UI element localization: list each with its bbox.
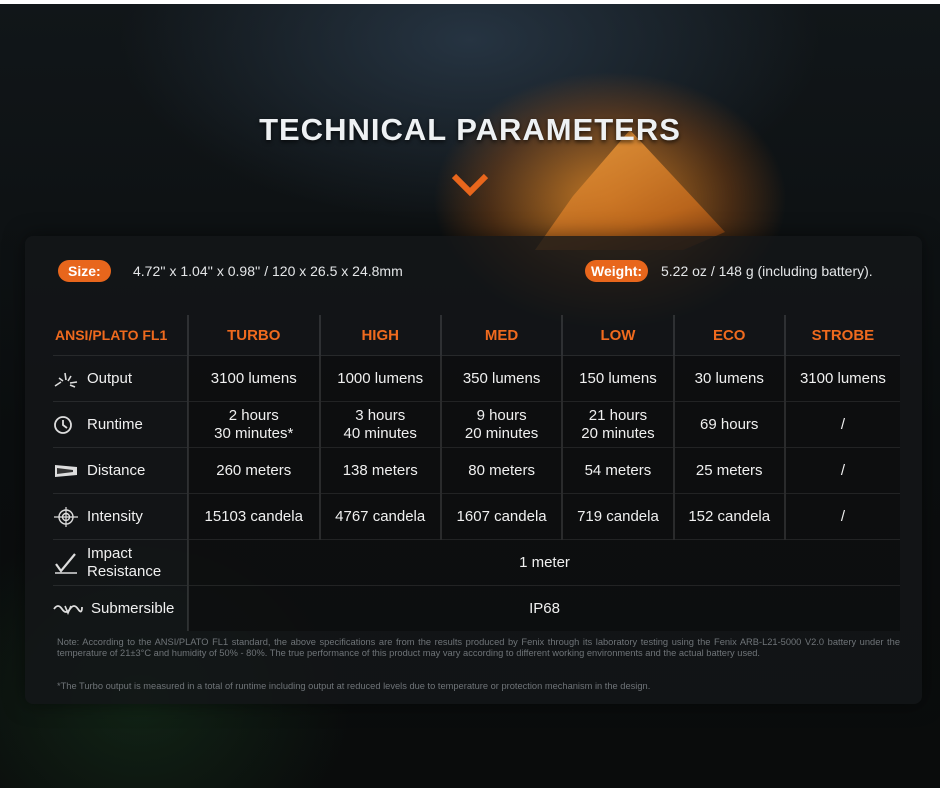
burst-icon [54,372,78,388]
impact-value: 1 meter [187,539,900,586]
distance-turbo: 260 meters [187,447,320,494]
intensity-med: 1607 candela [439,493,563,540]
intensity-low: 719 candela [561,493,674,540]
runtime-eco: 69 hours [672,401,785,448]
distance-eco: 25 meters [672,447,785,494]
intensity-label: Intensity [87,508,143,525]
wave-icon [53,604,83,615]
runtime-strobe: / [783,401,900,448]
runtime-med: 9 hours 20 minutes [439,401,563,448]
weight-badge: Weight: [585,260,649,282]
size-badge: Size: [58,260,111,282]
intensity-strobe: / [783,493,900,540]
submersible-value: IP68 [187,585,900,631]
mode-turbo: TURBO [187,315,320,356]
distance-strobe: / [783,447,900,494]
distance-row: Distance 260 meters 138 meters 80 meters… [53,447,900,494]
distance-med: 80 meters [439,447,563,494]
intensity-eco: 152 candela [672,493,785,540]
runtime-label: Runtime [87,416,143,433]
submersible-label: Submersible [91,600,175,617]
disclaimer-note: Note: According to the ANSI/PLATO FL1 st… [57,637,900,658]
distance-high: 138 meters [318,447,441,494]
parameters-table: ANSI/PLATO FL1 TURBO HIGH MED LOW ECO ST… [53,315,900,631]
beam-icon [55,464,77,477]
clock-icon [54,415,72,434]
output-label: Output [87,370,133,387]
top-strip [0,0,940,4]
size-value: 4.72'' x 1.04'' x 0.98'' / 120 x 26.5 x … [133,263,403,279]
distance-label: Distance [87,462,146,479]
chevron-down-icon [451,173,489,197]
output-med: 350 lumens [439,355,563,402]
header-row: ANSI/PLATO FL1 TURBO HIGH MED LOW ECO ST… [53,315,900,356]
weight-value: 5.22 oz / 148 g (including battery). [661,263,873,279]
runtime-low: 21 hours 20 minutes [561,401,674,448]
runtime-turbo: 2 hours 30 minutes* [187,401,320,448]
runtime-high: 3 hours 40 minutes [318,401,441,448]
target-icon [54,506,78,527]
output-high: 1000 lumens [318,355,441,402]
output-low: 150 lumens [561,355,674,402]
intensity-row: Intensity 15103 candela 4767 candela 160… [53,493,900,540]
standard-label: ANSI/PLATO FL1 [55,327,168,343]
intensity-high: 4767 candela [318,493,441,540]
mode-eco: ECO [672,315,785,356]
page-title: TECHNICAL PARAMETERS [259,112,681,147]
intensity-turbo: 15103 candela [187,493,320,540]
mode-low: LOW [561,315,674,356]
turbo-footnote: *The Turbo output is measured in a total… [57,681,651,691]
output-row: Output 3100 lumens 1000 lumens 350 lumen… [53,355,900,402]
check-impact-icon [55,552,77,574]
mode-strobe: STROBE [783,315,900,356]
impact-row: Impact Resistance 1 meter [53,539,900,586]
impact-label-line2: Resistance [87,562,162,580]
output-eco: 30 lumens [672,355,785,402]
distance-low: 54 meters [561,447,674,494]
runtime-row: Runtime 2 hours 30 minutes* 3 hours 40 min… [53,401,900,448]
output-turbo: 3100 lumens [187,355,320,402]
submersible-row: Submersible IP68 [53,585,900,631]
mode-high: HIGH [318,315,441,356]
mode-med: MED [439,315,563,356]
impact-label-line1: Impact [87,544,133,562]
output-strobe: 3100 lumens [783,355,900,402]
